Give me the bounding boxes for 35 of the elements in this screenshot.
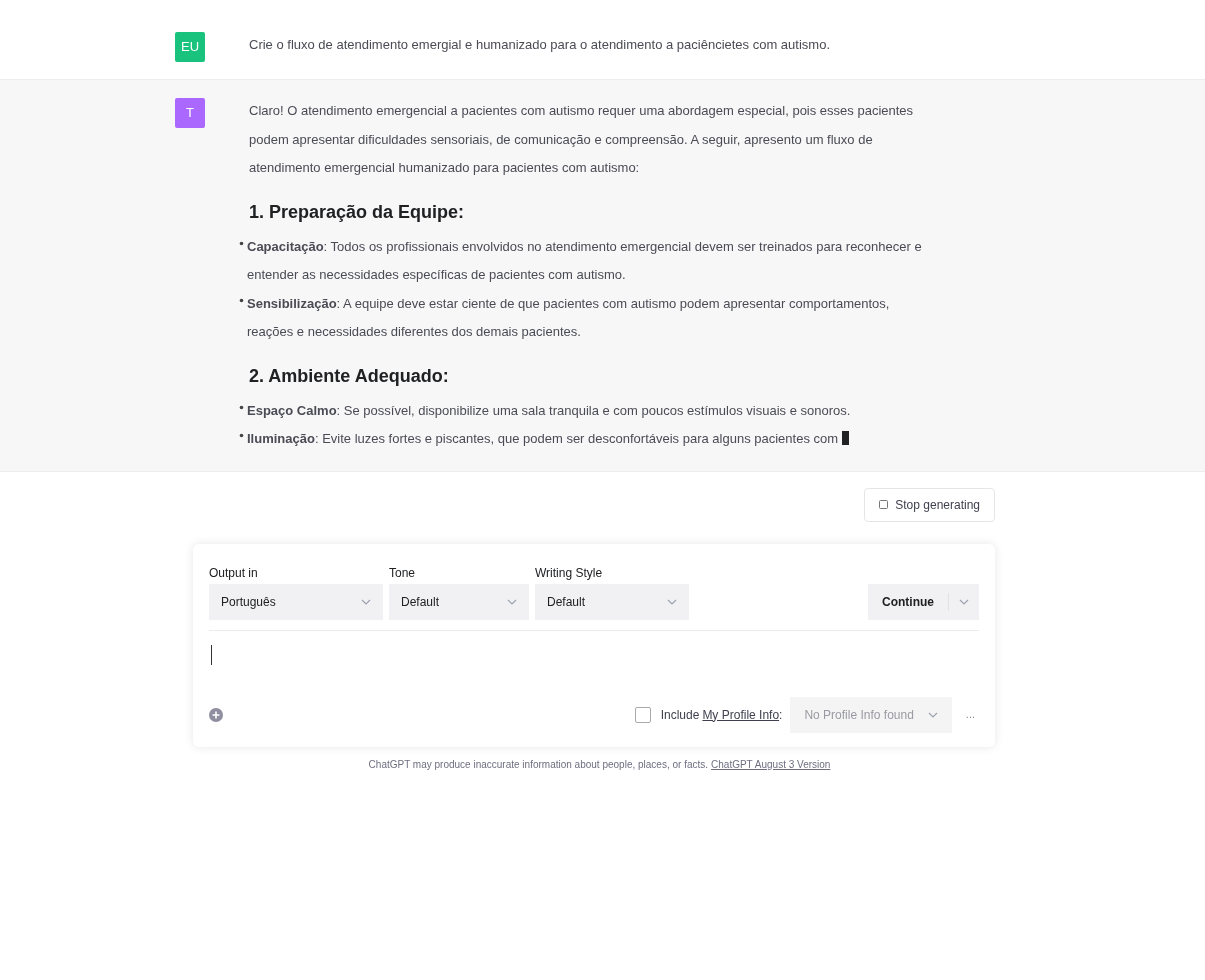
bullet-icon xyxy=(239,404,244,410)
bullet-text: Iluminação: Evite luzes fortes e piscantes, que podem ser desconfortáveis para alguns pacientes com xyxy=(247,425,850,454)
message-text: Claro! O atendimento emergencial a pacientes com autismo requer uma abordagem especial, pois esses pacientes podem apresentar dificuldades sensoriais, de comunicação e compreensão. A seguir, apresento um fluxo de atendimento emergencial humanizado para pacientes com autismo: xyxy=(249,102,915,177)
dropdown[interactable]: Default xyxy=(389,583,529,620)
section-heading: 1. Preparação da Equipe: xyxy=(249,200,466,224)
avatar: T xyxy=(175,98,205,128)
select-label: Tone xyxy=(389,564,417,582)
select-label: Writing Style xyxy=(535,564,604,582)
select-label: Output in xyxy=(209,564,259,582)
profile-checkbox[interactable] xyxy=(634,706,651,723)
version-link[interactable]: ChatGPT August 3 Version xyxy=(711,756,831,772)
chevron-down-icon xyxy=(959,598,969,605)
chevron-down-icon xyxy=(667,598,677,605)
dropdown[interactable]: Default xyxy=(535,583,689,620)
chevron-down-icon xyxy=(507,598,517,605)
bullet-text: Capacitação: Todos os profissionais envolvidos no atendimento emergencial devem ser treinados para reconhecer e entender as necessidades específicas de pacientes com autismo. xyxy=(247,237,923,284)
colon-text: : xyxy=(779,706,783,724)
bullet-icon xyxy=(239,433,244,438)
chevron-down-icon xyxy=(927,711,938,718)
add-icon[interactable] xyxy=(209,707,223,722)
avatar: EU xyxy=(175,32,205,62)
section-heading: 2. Ambiente Adequado: xyxy=(249,364,450,388)
message-text: Crie o fluxo de atendimento emergial e humanizado para o atendimento a paciêncietes com autismo. xyxy=(249,36,831,54)
bullet-text: Espaço Calmo: Se possível, disponibilize uma sala tranquila e com poucos estímulos visuais e sonoros. xyxy=(247,401,851,420)
bullet-icon xyxy=(239,297,244,303)
stop-icon xyxy=(879,500,889,509)
stop-generating-button[interactable]: Stop generating xyxy=(864,487,995,522)
disclaimer-text: ChatGPT may produce inaccurate information about people, places, or facts. xyxy=(368,757,709,772)
dropdown[interactable]: Português xyxy=(209,583,383,620)
include-label: Include xyxy=(660,706,700,724)
continue-button[interactable]: Continue xyxy=(868,583,979,620)
more-button[interactable]: ... xyxy=(965,706,975,723)
bullet-icon xyxy=(239,240,244,246)
chevron-down-icon xyxy=(361,598,371,605)
bullet-text: Sensibilização: A equipe deve estar ciente de que pacientes com autismo podem apresentar comportamentos, reações e necessidades diferentes dos demais pacientes. xyxy=(247,294,891,341)
